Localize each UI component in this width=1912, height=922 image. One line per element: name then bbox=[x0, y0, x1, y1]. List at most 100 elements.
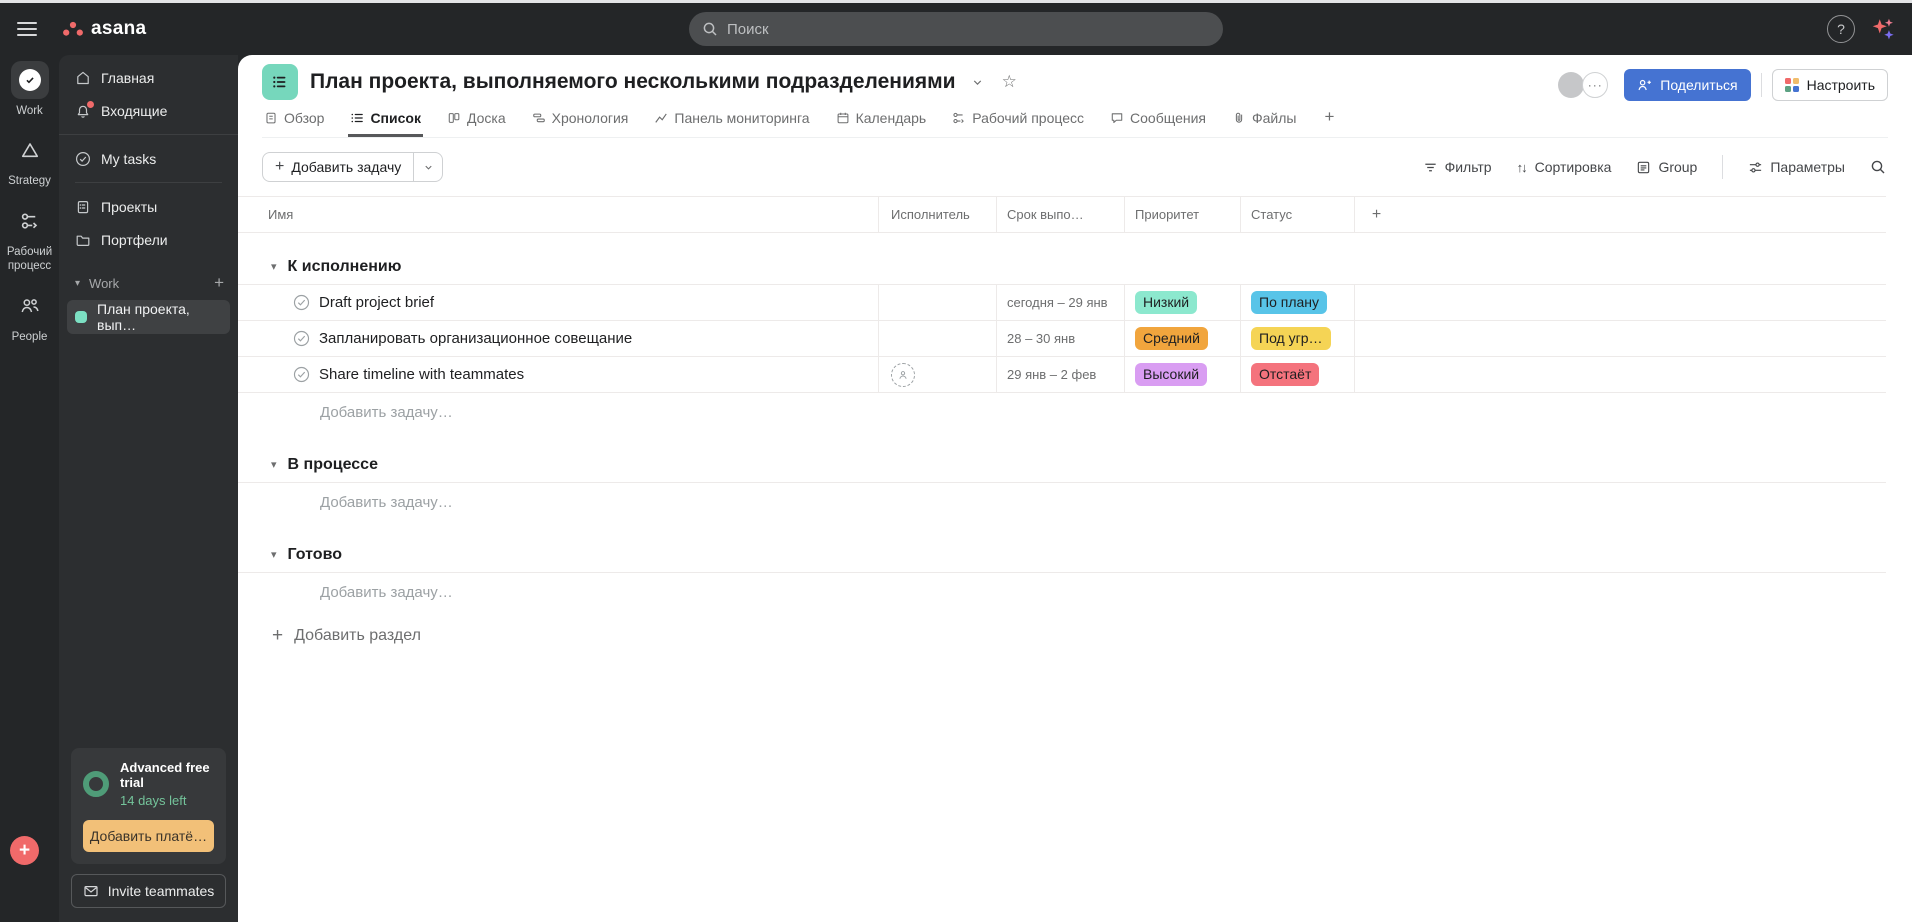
tab-overview[interactable]: Обзор bbox=[262, 105, 326, 137]
priority-badge[interactable]: Низкий bbox=[1135, 291, 1198, 314]
help-button[interactable]: ? bbox=[1827, 15, 1855, 43]
sidebar-item-project[interactable]: План проекта, вып… bbox=[67, 300, 230, 334]
check-circle-icon[interactable] bbox=[293, 330, 310, 347]
tab-list[interactable]: Список bbox=[348, 105, 423, 137]
sidebar-item-label: Главная bbox=[101, 69, 155, 86]
customize-button[interactable]: Настроить bbox=[1771, 69, 1888, 101]
sort-button[interactable]: ↑↓ Сортировка bbox=[1517, 159, 1612, 175]
check-circle-icon[interactable] bbox=[293, 294, 310, 311]
tab-dashboard[interactable]: Панель мониторинга bbox=[652, 105, 811, 137]
due-date-cell[interactable]: 29 янв – 2 фев bbox=[996, 357, 1124, 392]
tab-board[interactable]: Доска bbox=[445, 105, 508, 137]
unassigned-avatar-icon[interactable] bbox=[891, 362, 915, 387]
ai-sparkles-icon[interactable] bbox=[1870, 16, 1896, 42]
assignee-cell[interactable] bbox=[878, 285, 996, 320]
global-search[interactable] bbox=[689, 12, 1223, 46]
project-icon[interactable] bbox=[262, 64, 298, 100]
chat-icon bbox=[1111, 113, 1123, 124]
priority-badge[interactable]: Высокий bbox=[1135, 363, 1208, 386]
search-icon bbox=[703, 22, 717, 36]
column-header-assignee[interactable]: Исполнитель bbox=[878, 197, 996, 232]
options-button[interactable]: Параметры bbox=[1748, 159, 1845, 175]
column-header-priority[interactable]: Приоритет bbox=[1124, 197, 1240, 232]
search-input[interactable] bbox=[727, 20, 1223, 38]
task-name-cell[interactable]: Draft project brief bbox=[238, 285, 878, 320]
status-cell[interactable]: По плану bbox=[1240, 285, 1354, 320]
add-task-placeholder[interactable]: Добавить задачу… bbox=[238, 483, 1912, 521]
sort-icon: ↑↓ bbox=[1516, 159, 1528, 175]
sidebar-item-projects[interactable]: Проекты bbox=[59, 190, 238, 223]
divider bbox=[75, 182, 222, 183]
sidebar-item-inbox[interactable]: Входящие bbox=[59, 94, 238, 127]
section-title[interactable]: К исполнению bbox=[288, 258, 402, 276]
app-rail: Work Strategy Рабочий процесс People + bbox=[0, 55, 59, 922]
priority-cell[interactable]: Низкий bbox=[1124, 285, 1240, 320]
share-button[interactable]: Поделиться bbox=[1624, 69, 1751, 101]
priority-cell[interactable]: Высокий bbox=[1124, 357, 1240, 392]
caret-down-icon[interactable]: ▾ bbox=[271, 260, 277, 273]
section-title[interactable]: В процессе bbox=[288, 456, 378, 474]
avatar[interactable] bbox=[1558, 72, 1585, 98]
add-column-button[interactable]: + bbox=[1354, 197, 1398, 232]
list-icon bbox=[273, 76, 286, 88]
add-section-button[interactable]: + Добавить раздел bbox=[238, 625, 1912, 647]
task-name-cell[interactable]: Share timeline with teammates bbox=[238, 357, 878, 392]
section-in-progress: ▾ В процессе Добавить задачу… bbox=[238, 447, 1912, 521]
section-title[interactable]: Готово bbox=[288, 546, 342, 564]
sidebar: Главная Входящие My tasks Проекты Портфе… bbox=[59, 55, 238, 922]
column-header-name[interactable]: Имя bbox=[238, 197, 878, 232]
rail-item-workflow[interactable]: Рабочий процесс bbox=[1, 202, 59, 274]
sidebar-item-portfolios[interactable]: Портфели bbox=[59, 223, 238, 256]
rail-item-strategy[interactable]: Strategy bbox=[1, 131, 59, 188]
column-header-due[interactable]: Срок выпо… bbox=[996, 197, 1124, 232]
invite-teammates-button[interactable]: Invite teammates bbox=[71, 874, 226, 908]
rail-item-people[interactable]: People bbox=[1, 287, 59, 344]
add-task-dropdown[interactable] bbox=[413, 153, 442, 181]
rail-item-work[interactable]: Work bbox=[1, 61, 59, 118]
status-cell[interactable]: Отстаёт bbox=[1240, 357, 1354, 392]
caret-down-icon[interactable]: ▾ bbox=[75, 278, 80, 289]
table-row: Запланировать организационное совещание … bbox=[238, 321, 1886, 357]
sidebar-item-home[interactable]: Главная bbox=[59, 61, 238, 94]
tab-files[interactable]: Файлы bbox=[1230, 105, 1298, 137]
check-circle-icon[interactable] bbox=[293, 366, 310, 383]
tab-messages[interactable]: Сообщения bbox=[1108, 105, 1208, 137]
asana-logo[interactable]: asana bbox=[62, 18, 146, 40]
tab-workflow[interactable]: Рабочий процесс bbox=[950, 105, 1086, 137]
caret-down-icon[interactable]: ▾ bbox=[271, 548, 277, 561]
sidebar-team-section[interactable]: ▾ Work + bbox=[59, 268, 238, 298]
search-tasks-icon[interactable] bbox=[1870, 159, 1886, 175]
sidebar-item-my-tasks[interactable]: My tasks bbox=[59, 142, 238, 175]
chevron-down-icon[interactable] bbox=[971, 76, 984, 89]
tab-calendar[interactable]: Календарь bbox=[834, 105, 929, 137]
assignee-cell[interactable] bbox=[878, 321, 996, 356]
due-date-cell[interactable]: 28 – 30 янв bbox=[996, 321, 1124, 356]
assignee-cell[interactable] bbox=[878, 357, 996, 392]
add-billing-button[interactable]: Добавить платё… bbox=[83, 820, 214, 852]
status-cell[interactable]: Под угр… bbox=[1240, 321, 1354, 356]
priority-badge[interactable]: Средний bbox=[1135, 327, 1208, 350]
add-task-placeholder[interactable]: Добавить задачу… bbox=[238, 573, 1912, 611]
add-task-placeholder[interactable]: Добавить задачу… bbox=[238, 393, 1912, 431]
table-row: Share timeline with teammates 29 янв – 2… bbox=[238, 357, 1886, 393]
sidebar-toggle-button[interactable] bbox=[17, 18, 37, 40]
add-task-button[interactable]: + Добавить задачу bbox=[262, 152, 444, 182]
status-badge[interactable]: По плану bbox=[1251, 291, 1328, 314]
status-badge[interactable]: Отстаёт bbox=[1251, 363, 1320, 386]
star-icon[interactable]: ☆ bbox=[1002, 72, 1017, 92]
column-header-status[interactable]: Статус bbox=[1240, 197, 1354, 232]
status-badge[interactable]: Под угр… bbox=[1251, 327, 1331, 350]
group-button[interactable]: Group bbox=[1636, 159, 1697, 175]
divider bbox=[59, 134, 238, 135]
tab-timeline[interactable]: Хронология bbox=[530, 105, 631, 137]
add-tab-button[interactable]: + bbox=[1320, 107, 1338, 137]
create-button[interactable]: + bbox=[10, 836, 39, 865]
more-options-button[interactable]: ··· bbox=[1582, 72, 1609, 98]
task-name-cell[interactable]: Запланировать организационное совещание bbox=[238, 321, 878, 356]
add-project-button[interactable]: + bbox=[214, 273, 224, 293]
caret-down-icon[interactable]: ▾ bbox=[271, 458, 277, 471]
filter-button[interactable]: Фильтр bbox=[1423, 159, 1492, 175]
due-date-cell[interactable]: сегодня – 29 янв bbox=[996, 285, 1124, 320]
dots-icon: ··· bbox=[1587, 78, 1603, 92]
priority-cell[interactable]: Средний bbox=[1124, 321, 1240, 356]
